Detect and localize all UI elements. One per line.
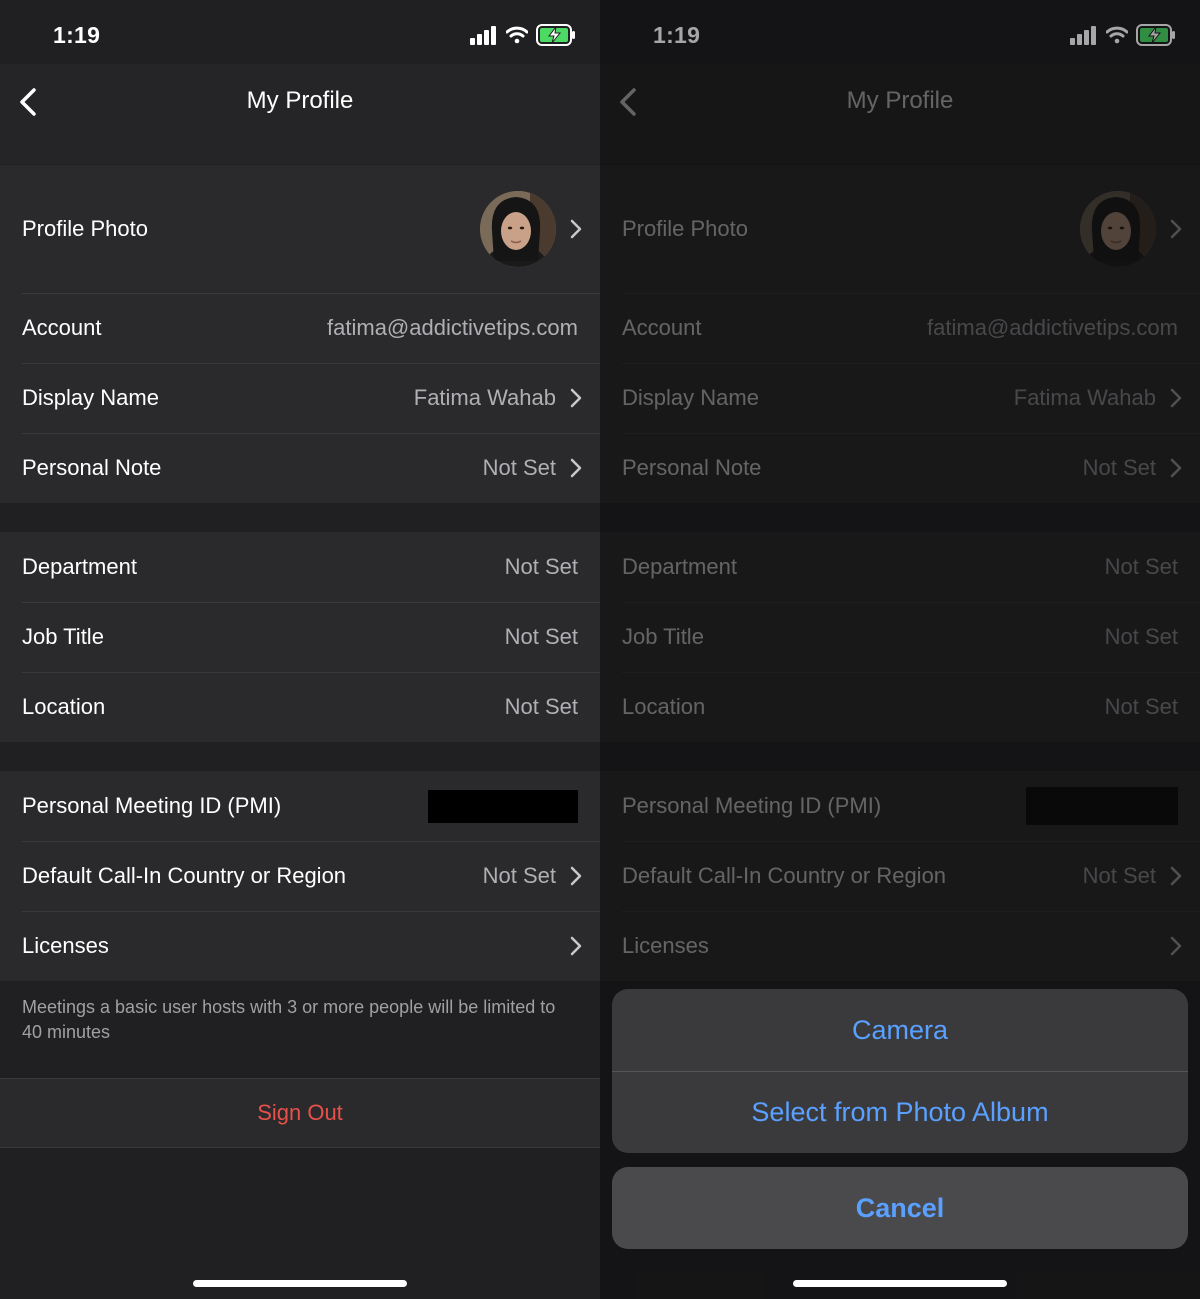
- row-label: Personal Note: [22, 455, 162, 480]
- redacted-pmi: [428, 789, 578, 823]
- row-label: Licenses: [22, 933, 109, 958]
- department-row: Department Not Set: [600, 532, 1200, 602]
- row-label: Department: [622, 554, 737, 579]
- call-in-country-value: Not Set: [482, 863, 556, 888]
- chevron-right-icon: [570, 219, 582, 239]
- cancel-button[interactable]: Cancel: [612, 1167, 1188, 1249]
- battery-charging-icon: [536, 24, 575, 46]
- cellular-signal-icon: [470, 26, 496, 45]
- redacted-pmi: [1026, 787, 1178, 825]
- row-label: Display Name: [622, 385, 759, 410]
- personal-note-value: Not Set: [1082, 455, 1156, 480]
- profile-photo-row[interactable]: Profile Photo: [0, 165, 600, 293]
- photo-action-sheet: Camera Select from Photo Album: [612, 989, 1188, 1153]
- job-title-value: Not Set: [504, 624, 578, 649]
- wifi-icon: [506, 26, 528, 44]
- chevron-right-icon: [570, 866, 582, 886]
- row-label: Personal Meeting ID (PMI): [22, 793, 282, 818]
- status-bar: 1:19: [600, 0, 1200, 64]
- status-time: 1:19: [53, 22, 101, 48]
- camera-button[interactable]: Camera: [612, 989, 1188, 1071]
- personal-note-row[interactable]: Personal Note Not Set: [0, 433, 600, 503]
- home-indicator: [193, 1280, 407, 1287]
- call-in-country-row[interactable]: Default Call-In Country or Region Not Se…: [600, 841, 1200, 911]
- nav-bar: My Profile: [0, 64, 600, 164]
- avatar: [480, 191, 556, 267]
- chevron-right-icon: [570, 458, 582, 478]
- department-value: Not Set: [504, 554, 578, 579]
- row-label: Default Call-In Country or Region: [22, 863, 347, 888]
- location-row: Location Not Set: [0, 672, 600, 742]
- chevron-right-icon: [570, 388, 582, 408]
- wifi-icon: [1106, 26, 1128, 44]
- row-label: Display Name: [22, 385, 159, 410]
- chevron-right-icon: [1170, 388, 1182, 408]
- account-row: Account fatima@addictivetips.com: [600, 293, 1200, 363]
- row-label: Job Title: [622, 624, 704, 649]
- row-label: Profile Photo: [22, 216, 148, 241]
- license-note: Meetings a basic user hosts with 3 or mo…: [22, 997, 556, 1042]
- chevron-right-icon: [1170, 936, 1182, 956]
- account-row: Account fatima@addictivetips.com: [0, 293, 600, 363]
- pmi-row: Personal Meeting ID (PMI): [0, 771, 600, 841]
- page-title: My Profile: [246, 87, 354, 114]
- job-title-value: Not Set: [1104, 624, 1178, 649]
- account-group: Profile Photo Account fatima@addictiveti…: [0, 165, 600, 503]
- licenses-row[interactable]: Licenses: [0, 911, 600, 981]
- cellular-signal-icon: [1070, 26, 1096, 45]
- personal-note-row[interactable]: Personal Note Not Set: [600, 433, 1200, 503]
- account-group: Profile Photo Account fatima@addictiveti…: [600, 165, 1200, 503]
- display-name-value: Fatima Wahab: [1013, 385, 1156, 410]
- row-label: Job Title: [22, 624, 104, 649]
- chevron-right-icon: [570, 936, 582, 956]
- status-bar: 1:19: [0, 0, 600, 64]
- location-row: Location Not Set: [600, 672, 1200, 742]
- meeting-group: Personal Meeting ID (PMI) Default Call-I…: [0, 771, 600, 981]
- personal-note-value: Not Set: [482, 455, 556, 480]
- department-value: Not Set: [1104, 554, 1178, 579]
- job-title-row: Job Title Not Set: [0, 602, 600, 672]
- licenses-row[interactable]: Licenses: [600, 911, 1200, 981]
- account-email: fatima@addictivetips.com: [327, 315, 578, 340]
- chevron-right-icon: [1170, 458, 1182, 478]
- job-title-row: Job Title Not Set: [600, 602, 1200, 672]
- nav-bar: My Profile: [600, 64, 1200, 164]
- row-label: Licenses: [622, 933, 709, 958]
- row-label: Default Call-In Country or Region: [622, 863, 947, 888]
- row-label: Personal Meeting ID (PMI): [622, 793, 882, 818]
- row-label: Location: [22, 694, 106, 719]
- chevron-right-icon: [1170, 219, 1182, 239]
- work-info-group: Department Not Set Job Title Not Set Loc…: [0, 532, 600, 742]
- home-indicator: [793, 1280, 1007, 1287]
- row-label: Account: [22, 315, 102, 340]
- meeting-group: Personal Meeting ID (PMI) Default Call-I…: [600, 771, 1200, 981]
- row-label: Department: [22, 554, 137, 579]
- department-row: Department Not Set: [0, 532, 600, 602]
- profile-screen: 1:19 My Profile Profile Photo Account fa…: [0, 0, 600, 1299]
- location-value: Not Set: [504, 694, 578, 719]
- display-name-row[interactable]: Display Name Fatima Wahab: [600, 363, 1200, 433]
- display-name-row[interactable]: Display Name Fatima Wahab: [0, 363, 600, 433]
- work-info-group: Department Not Set Job Title Not Set Loc…: [600, 532, 1200, 742]
- page-title: My Profile: [846, 87, 954, 114]
- profile-screen-with-action-sheet: 1:19 My Profile Profile Photo Account fa…: [600, 0, 1200, 1299]
- call-in-country-row[interactable]: Default Call-In Country or Region Not Se…: [0, 841, 600, 911]
- row-label: Profile Photo: [622, 216, 748, 241]
- account-email: fatima@addictivetips.com: [927, 315, 1178, 340]
- row-label: Location: [622, 694, 706, 719]
- status-time: 1:19: [653, 22, 701, 48]
- display-name-value: Fatima Wahab: [413, 385, 556, 410]
- sign-out-button[interactable]: Sign Out: [0, 1078, 600, 1148]
- select-photo-album-button[interactable]: Select from Photo Album: [612, 1071, 1188, 1153]
- battery-charging-icon: [1136, 24, 1175, 46]
- avatar: [1080, 191, 1156, 267]
- row-label: Account: [622, 315, 702, 340]
- chevron-right-icon: [1170, 866, 1182, 886]
- row-label: Personal Note: [622, 455, 762, 480]
- pmi-row: Personal Meeting ID (PMI): [600, 771, 1200, 841]
- location-value: Not Set: [1104, 694, 1178, 719]
- profile-photo-row[interactable]: Profile Photo: [600, 165, 1200, 293]
- call-in-country-value: Not Set: [1082, 863, 1156, 888]
